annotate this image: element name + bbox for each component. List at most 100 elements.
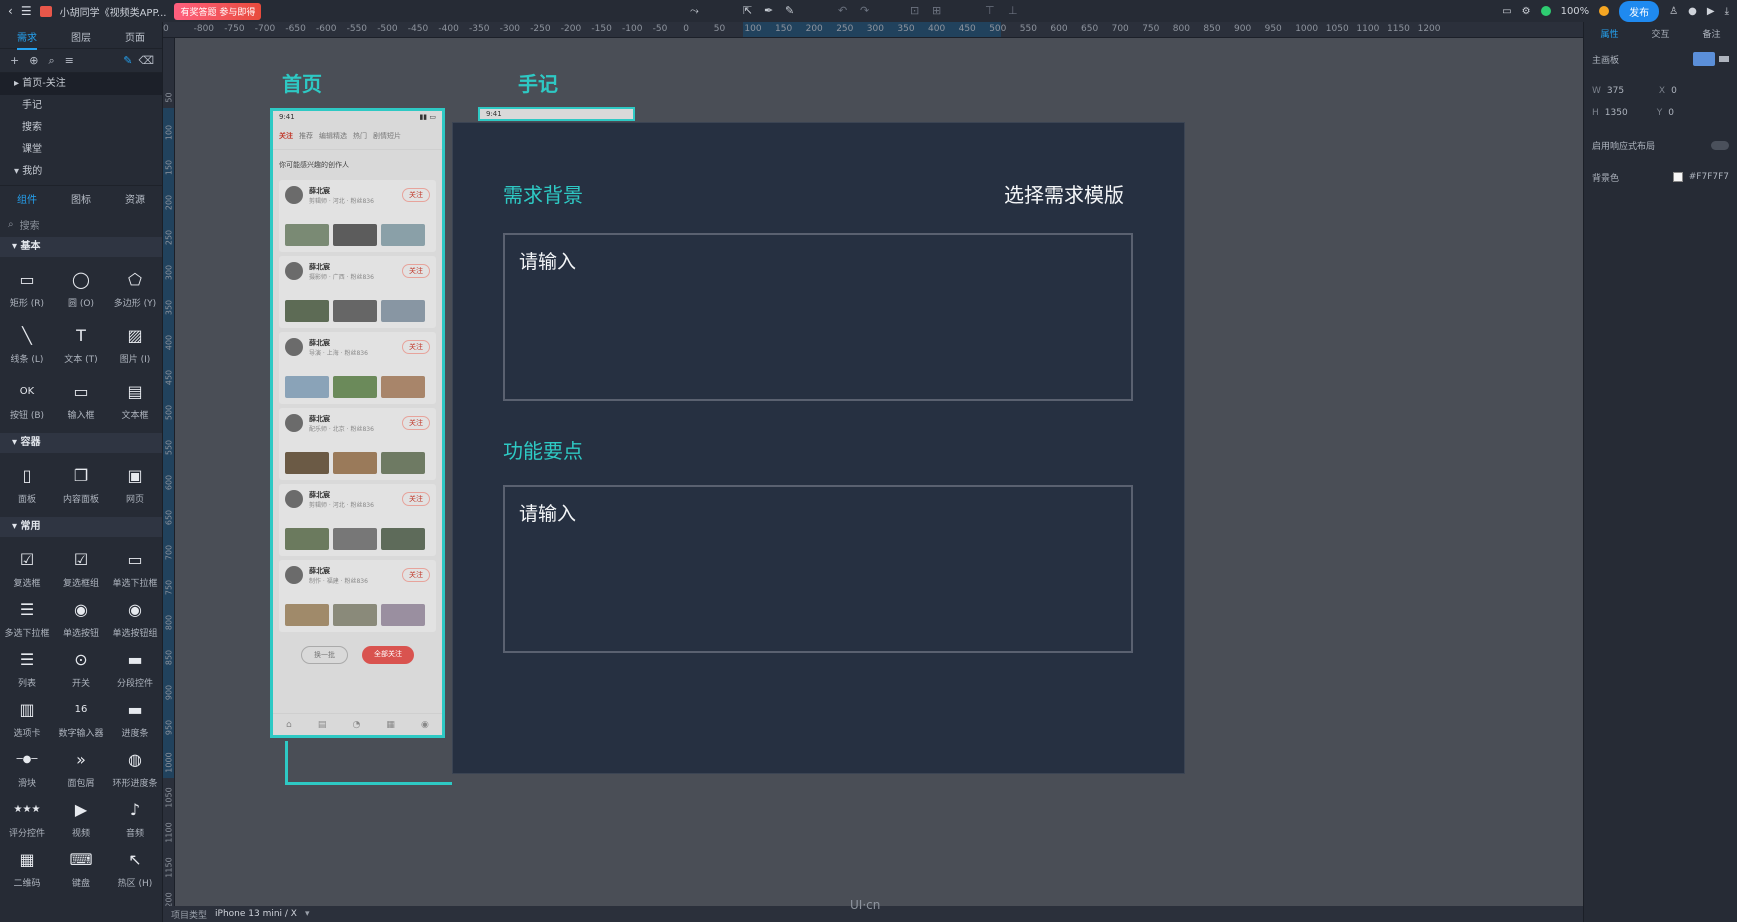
- sort-icon[interactable]: ≡: [65, 54, 74, 67]
- video-thumbnail[interactable]: [381, 300, 425, 322]
- component-slider[interactable]: ─●─ 滑块: [0, 741, 54, 797]
- tab-layers[interactable]: 图层: [54, 27, 108, 44]
- select-template-button[interactable]: 选择需求模版: [1004, 179, 1124, 208]
- download-icon[interactable]: ⤓: [1725, 6, 1729, 17]
- component-audio[interactable]: ♪ 音频: [108, 791, 162, 847]
- nav-class-icon[interactable]: ▦: [386, 720, 395, 730]
- component-content-panel[interactable]: ❐ 内容面板: [54, 457, 108, 513]
- component-rectangle[interactable]: ▭ 矩形 (R): [0, 261, 54, 317]
- component-line[interactable]: ╲ 线条 (L): [0, 317, 54, 373]
- undo-icon[interactable]: ↶: [838, 4, 847, 17]
- category-basic[interactable]: ▾ 基本: [0, 237, 162, 257]
- component-rating[interactable]: ★★★ 评分控件: [0, 791, 54, 847]
- screen-title-notes[interactable]: 手记: [518, 68, 558, 97]
- search-input[interactable]: 搜索: [20, 217, 40, 232]
- chevron-down-icon[interactable]: ▾: [305, 909, 310, 919]
- video-thumbnail[interactable]: [285, 376, 329, 398]
- follow-button[interactable]: 关注: [402, 568, 430, 582]
- tab-pages[interactable]: 页面: [108, 27, 162, 44]
- follow-button[interactable]: 关注: [402, 416, 430, 430]
- component-button[interactable]: OK 按钮 (B): [0, 373, 54, 429]
- video-thumbnail[interactable]: [285, 300, 329, 322]
- add-page-icon[interactable]: +: [10, 54, 19, 67]
- search-icon[interactable]: ⌕: [48, 54, 54, 68]
- video-thumbnail[interactable]: [285, 452, 329, 474]
- video-thumbnail[interactable]: [381, 452, 425, 474]
- component-polygon[interactable]: ⬠ 多边形 (Y): [108, 261, 162, 317]
- creator-card[interactable]: 薛北宸 剪辑师 · 河北 · 粉丝836 关注: [279, 484, 436, 556]
- delete-icon[interactable]: ⌫: [138, 54, 154, 67]
- component-number-input[interactable]: 16 数字输入器: [54, 691, 108, 747]
- creator-card[interactable]: 薛北宸 制作 · 福建 · 粉丝836 关注: [279, 560, 436, 632]
- back-icon[interactable]: ‹: [8, 4, 13, 18]
- video-thumbnail[interactable]: [333, 224, 377, 246]
- pencil-icon[interactable]: ✎: [785, 4, 794, 17]
- zoom-out-icon[interactable]: [1540, 6, 1551, 16]
- component-video[interactable]: ▶ 视频: [54, 791, 108, 847]
- menu-icon[interactable]: ☰: [21, 4, 32, 18]
- nav-search-icon[interactable]: ◔: [352, 720, 360, 730]
- gift-icon[interactable]: [39, 5, 52, 17]
- component-hotspot[interactable]: ↖ 热区 (H): [108, 841, 162, 897]
- component-segmented[interactable]: ▬ 分段控件: [108, 641, 162, 697]
- landscape-toggle-icon[interactable]: [1719, 56, 1729, 62]
- connect-icon[interactable]: ⤳: [690, 4, 699, 18]
- video-thumbnail[interactable]: [333, 604, 377, 626]
- export-icon[interactable]: ⇱: [743, 4, 752, 17]
- component-list[interactable]: ☰ 列表: [0, 641, 54, 697]
- zoom-level[interactable]: 100%: [1561, 6, 1590, 17]
- component-checkbox-group[interactable]: ☑ 复选框组: [54, 541, 108, 597]
- tab-notes[interactable]: 备注: [1686, 27, 1737, 40]
- tab-components[interactable]: 组件: [0, 191, 54, 206]
- design-canvas[interactable]: 首页 手记 9:41 ▮▮ ▭ 关注 推荐 编辑精选 热门 剧情短片 你可能感兴…: [175, 38, 1583, 922]
- component-circle[interactable]: ◯ 圆 (O): [54, 261, 108, 317]
- video-thumbnail[interactable]: [333, 300, 377, 322]
- artboard-notes[interactable]: 9:41: [478, 107, 635, 121]
- ungroup-icon[interactable]: ⊞: [932, 4, 941, 17]
- creator-card[interactable]: 薛北宸 剪辑师 · 河北 · 粉丝836 关注: [279, 180, 436, 252]
- page-item-home-follow[interactable]: ▸ 首页-关注: [0, 73, 162, 95]
- nav-notes-icon[interactable]: ▤: [318, 720, 327, 730]
- page-item-classroom[interactable]: 课堂: [0, 139, 162, 161]
- width-field[interactable]: 375: [1607, 86, 1651, 96]
- screen-title-home[interactable]: 首页: [282, 68, 322, 97]
- promo-badge[interactable]: 有奖答题 参与即得: [174, 2, 262, 20]
- creator-card[interactable]: 薛北宸 配乐师 · 北京 · 粉丝836 关注: [279, 408, 436, 480]
- refresh-button[interactable]: 换一批: [301, 646, 348, 664]
- component-switch[interactable]: ⊙ 开关: [54, 641, 108, 697]
- add-folder-icon[interactable]: ⊕: [29, 54, 38, 67]
- component-search[interactable]: ⌕ 搜索: [8, 215, 154, 233]
- nav-mine-icon[interactable]: ◉: [421, 720, 429, 730]
- creator-card[interactable]: 薛北宸 摄影师 · 广西 · 粉丝836 关注: [279, 256, 436, 328]
- tab-requirements[interactable]: 需求: [0, 27, 54, 50]
- component-text[interactable]: T 文本 (T): [54, 317, 108, 373]
- component-ring-progress[interactable]: ◍ 环形进度条: [108, 741, 162, 797]
- tab-interactions[interactable]: 交互: [1635, 27, 1686, 40]
- height-field[interactable]: 1350: [1605, 108, 1649, 118]
- tab-properties[interactable]: 属性: [1584, 27, 1635, 40]
- creator-card[interactable]: 薛北宸 导演 · 上海 · 粉丝836 关注: [279, 332, 436, 404]
- video-thumbnail[interactable]: [285, 224, 329, 246]
- video-thumbnail[interactable]: [333, 376, 377, 398]
- component-breadcrumb[interactable]: » 面包屑: [54, 741, 108, 797]
- bg-color-value[interactable]: #F7F7F7: [1689, 172, 1729, 182]
- video-thumbnail[interactable]: [285, 604, 329, 626]
- redo-icon[interactable]: ↷: [860, 4, 869, 17]
- edit-icon[interactable]: ✎: [123, 54, 132, 67]
- component-webpage[interactable]: ▣ 网页: [108, 457, 162, 513]
- responsive-toggle[interactable]: [1711, 140, 1729, 150]
- component-tabs[interactable]: ▥ 选项卡: [0, 691, 54, 747]
- group-icon[interactable]: ⊡: [910, 4, 919, 17]
- follow-button[interactable]: 关注: [402, 188, 430, 202]
- page-item-search[interactable]: 搜索: [0, 117, 162, 139]
- component-progress[interactable]: ▬ 进度条: [108, 691, 162, 747]
- device-select[interactable]: iPhone 13 mini / X: [215, 909, 297, 919]
- y-field[interactable]: 0: [1668, 108, 1674, 118]
- tab-icons[interactable]: 图标: [54, 191, 108, 206]
- pen-icon[interactable]: ✒: [764, 4, 773, 17]
- requirement-note-card[interactable]: 需求背景 选择需求模版 请输入 功能要点 请输入: [452, 122, 1185, 774]
- portrait-toggle-icon[interactable]: [1693, 52, 1715, 66]
- device-preview-icon[interactable]: ▭: [1502, 6, 1511, 17]
- component-textarea[interactable]: ▤ 文本框: [108, 373, 162, 429]
- component-image[interactable]: ▨ 图片 (I): [108, 317, 162, 373]
